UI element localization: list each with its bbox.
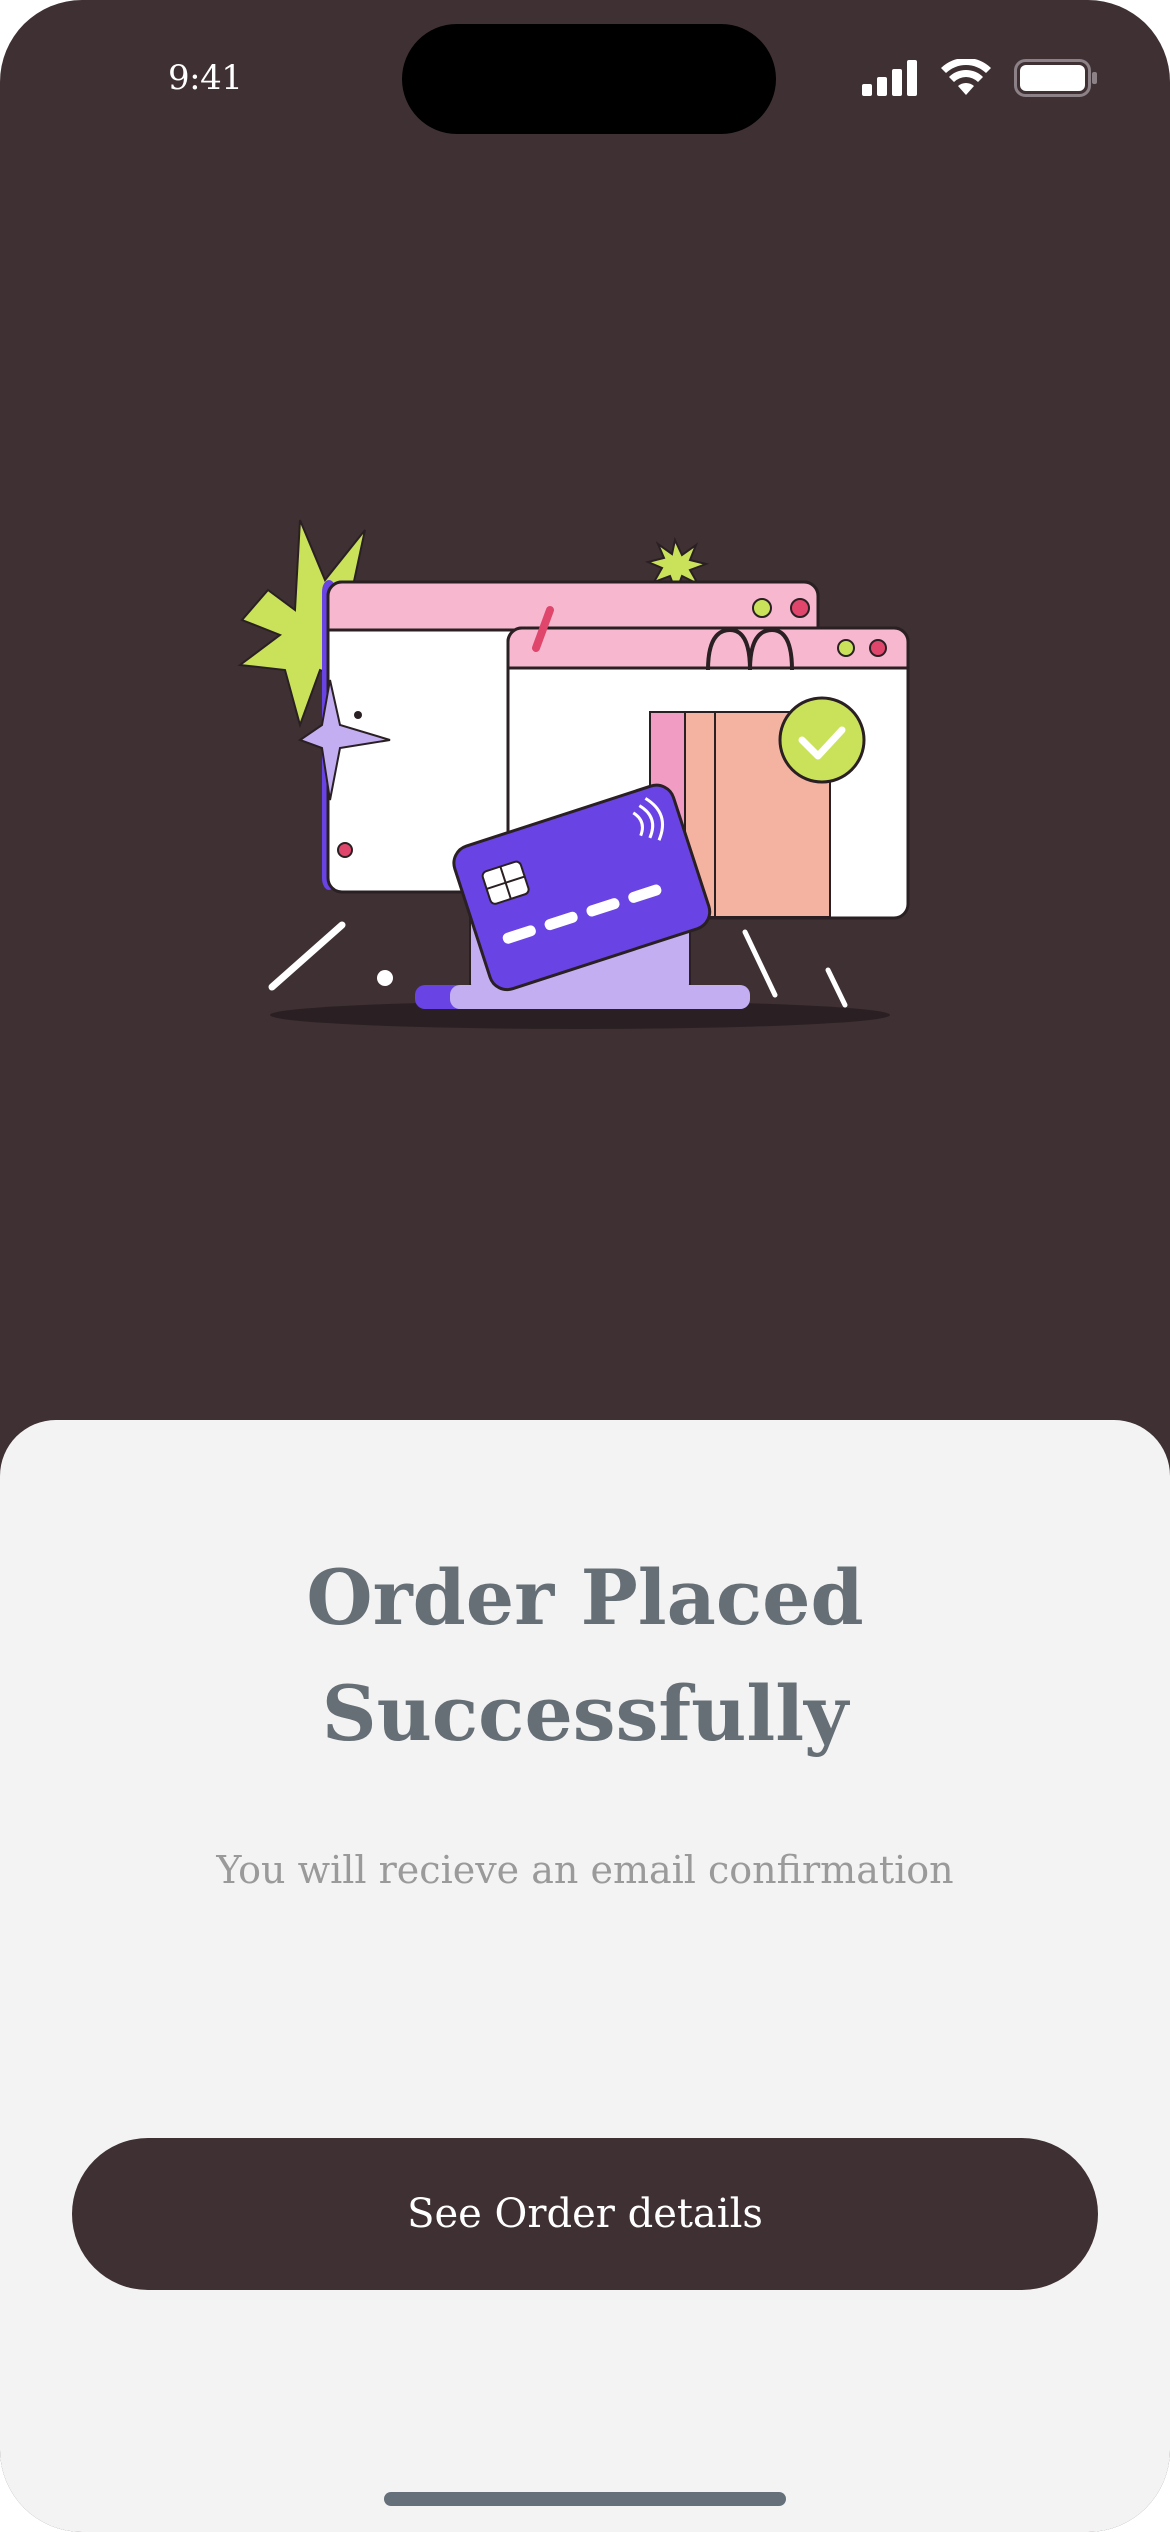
title-line-1: Order Placed xyxy=(306,1553,864,1642)
status-time: 9:41 xyxy=(168,58,243,98)
battery-icon xyxy=(1014,59,1097,97)
confirmation-subtitle: You will recieve an email confirmation xyxy=(216,1848,954,1892)
cellular-signal-icon xyxy=(862,60,917,96)
wifi-icon xyxy=(941,59,991,95)
app-screen: 9:41 Order Placed Successfully You will … xyxy=(0,0,1170,2532)
title-line-2: Successfully xyxy=(321,1669,849,1758)
success-title: Order Placed Successfully xyxy=(0,1540,1170,1772)
status-icons xyxy=(862,56,1098,100)
order-success-illustration xyxy=(237,519,910,1029)
see-order-details-button[interactable]: See Order details xyxy=(72,2138,1098,2290)
bottom-sheet: Order Placed Successfully You will recie… xyxy=(0,1420,1170,2532)
home-indicator[interactable] xyxy=(384,2492,786,2506)
dynamic-island xyxy=(402,24,776,134)
